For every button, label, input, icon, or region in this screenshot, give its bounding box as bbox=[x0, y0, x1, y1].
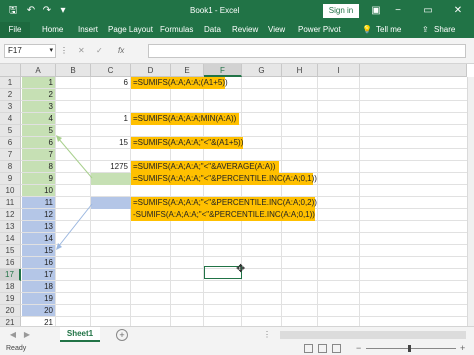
status-text: Ready bbox=[6, 345, 27, 352]
move-cursor-icon: ✥ bbox=[236, 263, 246, 275]
share-button[interactable]: Share bbox=[434, 22, 455, 38]
normal-view-icon[interactable] bbox=[304, 344, 313, 353]
add-sheet-button[interactable]: + bbox=[116, 329, 128, 341]
formula-bar: F17 ▾ ⋮ ✕ ✓ fx bbox=[0, 38, 474, 64]
tab-data[interactable]: Data bbox=[204, 22, 221, 38]
page-layout-view-icon[interactable] bbox=[318, 344, 327, 353]
status-bar: Ready − + bbox=[0, 342, 474, 355]
ribbon-display-options-icon[interactable]: ▣ bbox=[368, 2, 384, 20]
enter-icon[interactable]: ✓ bbox=[96, 44, 103, 58]
lightbulb-icon: 💡 bbox=[362, 25, 372, 34]
tab-view[interactable]: View bbox=[268, 22, 285, 38]
sign-in-button[interactable]: Sign in bbox=[323, 4, 359, 18]
save-icon[interactable]: 🖫 bbox=[6, 3, 20, 19]
undo-icon[interactable]: ↶ bbox=[24, 3, 38, 19]
options-icon: ⋮ bbox=[60, 46, 68, 55]
page-break-view-icon[interactable] bbox=[332, 344, 341, 353]
customize-quick-access-icon[interactable]: ▾ bbox=[56, 3, 70, 19]
scroll-left-icon[interactable]: ◀ bbox=[8, 329, 18, 341]
zoom-slider[interactable] bbox=[366, 348, 456, 349]
zoom-in-button[interactable]: + bbox=[460, 342, 465, 355]
tab-review[interactable]: Review bbox=[232, 22, 258, 38]
worksheet-grid[interactable]: ABCDEFGHI 1 2 3 4 5 6 7 8 9 10 11 12 13 14 15 16 17 18 19 2… bbox=[0, 64, 474, 329]
tab-formulas[interactable]: Formulas bbox=[160, 22, 193, 38]
tab-insert[interactable]: Insert bbox=[78, 22, 98, 38]
redo-icon[interactable]: ↷ bbox=[40, 3, 54, 19]
sheet-tabs-bar: ◀ ▶ Sheet1 + ⋮ bbox=[0, 326, 474, 342]
name-box[interactable]: F17 ▾ bbox=[4, 44, 56, 58]
name-box-value: F17 bbox=[8, 46, 22, 55]
scroll-right-icon[interactable]: ▶ bbox=[22, 329, 32, 341]
tab-power-pivot[interactable]: Power Pivot bbox=[298, 22, 341, 38]
tab-split-handle[interactable]: ⋮ bbox=[262, 329, 272, 341]
horizontal-scrollbar[interactable] bbox=[280, 331, 466, 339]
zoom-slider-handle[interactable] bbox=[408, 345, 411, 352]
tab-file[interactable]: File bbox=[0, 22, 30, 38]
minimize-button[interactable]: − bbox=[390, 2, 406, 20]
zoom-out-button[interactable]: − bbox=[356, 342, 361, 355]
formula-input[interactable] bbox=[148, 44, 466, 58]
arrows-overlay bbox=[56, 135, 93, 250]
blue-arrow bbox=[57, 203, 93, 248]
window-title: Book1 - Excel bbox=[190, 6, 240, 15]
tab-home[interactable]: Home bbox=[42, 22, 63, 38]
restore-button[interactable]: ▭ bbox=[420, 2, 436, 20]
title-bar: 🖫 ↶ ↷ ▾ Book1 - Excel Sign in ▣ − ▭ ✕ bbox=[0, 0, 474, 22]
close-button[interactable]: ✕ bbox=[450, 2, 466, 20]
tab-page-layout[interactable]: Page Layout bbox=[108, 22, 153, 38]
formula-controls: ⋮ ✕ ✓ fx bbox=[60, 44, 146, 58]
tell-me-search[interactable]: Tell me bbox=[376, 22, 401, 38]
insert-function-icon[interactable]: fx bbox=[118, 44, 124, 58]
cancel-icon[interactable]: ✕ bbox=[78, 44, 85, 58]
chevron-down-icon[interactable]: ▾ bbox=[49, 45, 53, 57]
ribbon-tabs: File Home Insert Page Layout Formulas Da… bbox=[0, 22, 474, 38]
vertical-scrollbar[interactable] bbox=[467, 77, 474, 326]
blue-arrow-head bbox=[56, 243, 62, 250]
share-icon: ⇪ bbox=[422, 25, 429, 34]
tab-sheet1[interactable]: Sheet1 bbox=[60, 327, 100, 342]
green-arrow bbox=[57, 137, 93, 179]
